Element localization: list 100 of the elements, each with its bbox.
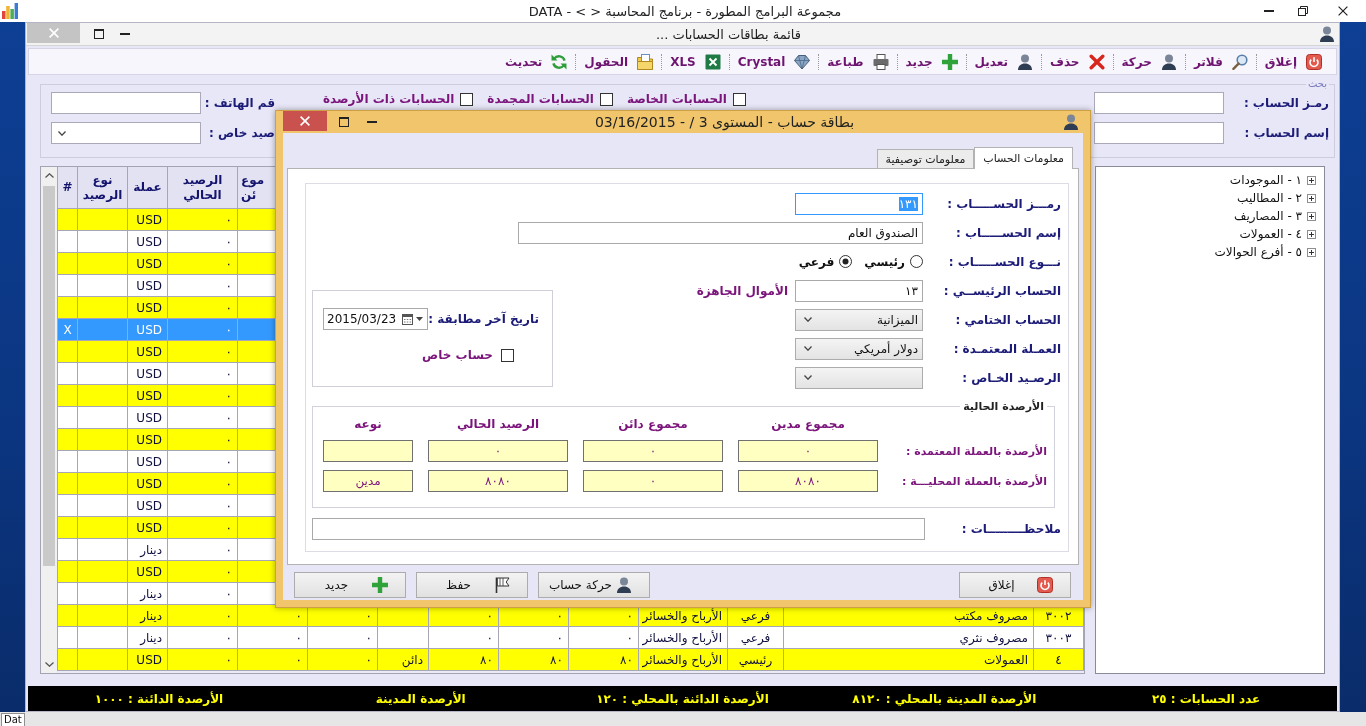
toolbar-button[interactable]: فلاتر: [1185, 50, 1256, 73]
chevron-down-icon: [804, 317, 812, 322]
field-label: رمـــز الحســـــاب :: [946, 196, 1061, 211]
radio-label[interactable]: فرعي: [798, 254, 835, 269]
power-icon: [1306, 53, 1322, 70]
gem-icon: [794, 53, 811, 70]
value-field: مدين: [323, 470, 413, 492]
chevron-up-icon[interactable]: [44, 173, 54, 178]
dropdown[interactable]: الميزانية: [795, 308, 923, 331]
expand-icon[interactable]: [1307, 247, 1316, 257]
new-button[interactable]: جديد: [294, 572, 406, 598]
expand-icon[interactable]: [1307, 211, 1316, 221]
chevron-down-icon: [804, 375, 812, 380]
cross-icon: [1088, 53, 1105, 70]
table-cell: رئيسي: [727, 649, 783, 671]
toolbar-button[interactable]: الحقول: [576, 50, 662, 73]
input-field[interactable]: ١٣: [795, 279, 923, 302]
flag-icon: [494, 577, 510, 593]
tree-item[interactable]: ٢ - المطاليب: [1237, 191, 1302, 205]
radio-label[interactable]: رئيسي: [864, 254, 905, 269]
toolbar-button[interactable]: XLS: [662, 50, 729, 73]
close-icon: [1338, 6, 1348, 16]
input-field[interactable]: [51, 92, 201, 114]
toolbar-button[interactable]: تعديل: [966, 50, 1041, 73]
calendar-icon: [402, 313, 414, 325]
scrollbar-thumb[interactable]: [43, 186, 55, 566]
column-header[interactable]: الرصيد الحالي: [167, 167, 237, 209]
chevron-down-icon[interactable]: [44, 662, 54, 667]
table-cell: ٠: [167, 649, 237, 671]
field-label: العمـلة المعتمـدة :: [952, 341, 1061, 356]
column-header: الرصيد الحالي: [455, 417, 541, 431]
toolbar-button[interactable]: تحديث: [497, 50, 576, 73]
checkbox[interactable]: [501, 348, 514, 362]
date-picker[interactable]: 2015/03/23: [323, 308, 429, 330]
checkbox-label[interactable]: الحسابات المجمدة: [487, 92, 594, 106]
table-cell: ٠: [237, 649, 307, 671]
checkbox-label[interactable]: الحسابات الخاصة: [626, 92, 727, 106]
input-field[interactable]: الصندوق العام: [518, 221, 923, 244]
field-label: صيد خاص :: [209, 126, 275, 140]
column-header: مجموع دائن: [617, 417, 689, 431]
minimize-icon: [367, 121, 377, 123]
table-cell: الأرباح والخسائر: [638, 649, 727, 671]
expand-icon[interactable]: [1307, 193, 1316, 203]
toolbar-button[interactable]: Crystal: [729, 50, 819, 73]
window-title: مجموعة البرامج المطورة - برنامج المحاسبة < > - DATA: [527, 3, 843, 19]
tree-item[interactable]: ٤ - العمولات: [1239, 227, 1302, 241]
person-icon: [1319, 26, 1335, 42]
value-field: ٠: [583, 470, 723, 492]
column-header[interactable]: #: [57, 167, 77, 209]
minimize-icon: [1264, 10, 1274, 12]
tab[interactable]: معلومات توصيفية: [876, 149, 975, 168]
table-row[interactable]: ٣٠٠٣ مصروف نثري فرعي الأرباح والخسائر ٠ ٠ ٠ ٠ ٠ ٠ دينار: [57, 627, 1084, 649]
taskbar-button[interactable]: Dat: [1, 713, 25, 726]
checkbox[interactable]: [599, 92, 613, 106]
close-icon: [300, 116, 310, 126]
checkbox-label[interactable]: حساب خاص: [422, 348, 493, 362]
tab[interactable]: معلومات الحساب: [974, 147, 1073, 169]
checkbox-label[interactable]: الحسابات ذات الأرصدة: [323, 92, 455, 106]
table-cell: ٨٠: [428, 649, 498, 671]
input-field[interactable]: [1094, 122, 1224, 144]
tree-item[interactable]: ٣ - المصاريف: [1234, 209, 1302, 223]
window-title: قائمة بطاقات الحسابات ...: [654, 26, 803, 42]
plus-icon: [941, 53, 958, 70]
toolbar-button[interactable]: إغلاق: [1256, 50, 1330, 73]
scrollbar[interactable]: [41, 167, 57, 673]
close-button[interactable]: إغلاق: [959, 572, 1071, 598]
save-button[interactable]: حفظ: [416, 572, 528, 598]
field-label: الحساب الختامي :: [954, 312, 1061, 327]
table-cell: ٨٠: [568, 649, 638, 671]
toolbar-button[interactable]: حذف: [1042, 50, 1113, 73]
tree-item[interactable]: ١ - الموجودات: [1229, 173, 1302, 187]
toolbar-button[interactable]: طباعة: [819, 50, 897, 73]
field-label: إسم الحســـــاب :: [954, 225, 1061, 240]
status-text: الأرصدة المدينة بالمحلي : ٨١٢٠: [852, 691, 1037, 706]
person-icon: [616, 577, 632, 593]
radio-button[interactable]: [839, 255, 853, 268]
field-label: تاريخ آخر مطابقة :: [428, 312, 539, 326]
input-field[interactable]: [312, 518, 925, 540]
power-icon: [1037, 577, 1053, 593]
column-header[interactable]: عملة: [127, 167, 167, 209]
plus-icon: [372, 577, 388, 593]
tree-item[interactable]: ٥ - أفرع الحوالات: [1214, 245, 1302, 259]
input-field[interactable]: [1094, 92, 1224, 114]
bar-chart-icon: [2, 3, 18, 19]
account-movement-button[interactable]: حركة حساب: [538, 572, 650, 598]
toolbar-button[interactable]: جديد: [897, 50, 966, 73]
toolbar-button[interactable]: حركة: [1113, 50, 1185, 73]
expand-icon[interactable]: [1307, 229, 1316, 239]
dropdown[interactable]: دولار أمريكي: [795, 337, 923, 360]
checkbox[interactable]: [460, 92, 474, 106]
column-header[interactable]: نوع الرصيد: [77, 167, 127, 209]
status-text: الأرصدة الدائنة : ١٠٠٠: [94, 691, 224, 706]
table-cell: ٨٠: [498, 649, 568, 671]
table-cell: ٤: [1033, 649, 1083, 671]
refresh-icon: [551, 53, 568, 70]
radio-button[interactable]: [910, 255, 923, 268]
person-icon: [1160, 53, 1177, 70]
chevron-down-icon: [804, 346, 812, 351]
checkbox[interactable]: [732, 92, 746, 106]
expand-icon[interactable]: [1307, 175, 1316, 185]
